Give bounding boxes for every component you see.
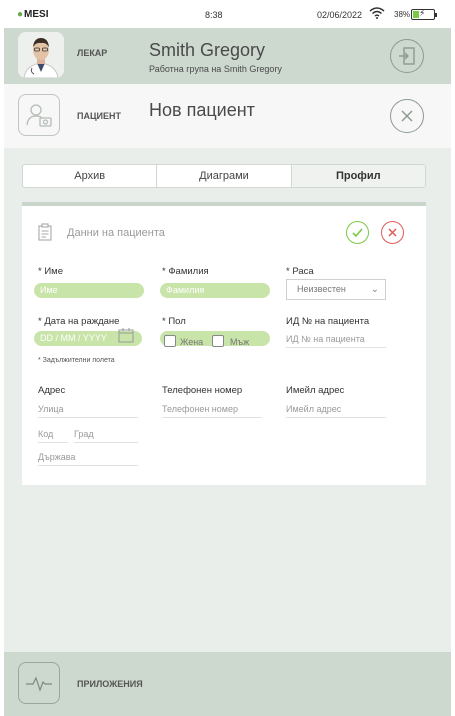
confirm-button[interactable]: [346, 221, 369, 244]
close-icon: [388, 228, 397, 237]
close-icon: [401, 110, 413, 122]
patient-photo-button[interactable]: [18, 94, 60, 136]
doctor-header: ЛЕКАР Smith Gregory Работна група на Smi…: [4, 28, 451, 84]
patient-id-label: ИД № на пациента: [286, 316, 370, 327]
check-icon: [352, 228, 363, 238]
tab-archive[interactable]: Архив: [23, 165, 158, 187]
last-name-input[interactable]: Фамилия: [160, 283, 270, 298]
status-bar: ●MESI 8:38 02/06/2022 38% ⚡: [4, 0, 451, 28]
patient-label: ПАЦИЕНТ: [77, 111, 122, 121]
doctor-group: Работна група на Smith Gregory: [149, 64, 282, 74]
patient-data-card: Данни на пациента * Име Име * Фамилия Фа…: [22, 202, 426, 485]
patient-header: ПАЦИЕНТ Нов пациент: [4, 84, 451, 148]
last-name-label: * Фамилия: [162, 266, 209, 277]
birth-date-label: * Дата на раждане: [38, 316, 120, 327]
cancel-button[interactable]: [381, 221, 404, 244]
phone-input[interactable]: Телефонен номер: [162, 404, 262, 418]
clipboard-icon: [38, 223, 52, 246]
street-input[interactable]: Улица: [38, 404, 138, 418]
apps-label: ПРИЛОЖЕНИЯ: [77, 679, 143, 689]
clock: 8:38: [205, 10, 223, 20]
logout-button[interactable]: [390, 39, 424, 73]
date: 02/06/2022: [317, 10, 363, 20]
required-fields-note: * Задължителни полета: [38, 357, 115, 364]
doctor-role-label: ЛЕКАР: [77, 48, 108, 58]
tab-bar: Архив Диаграми Профил: [22, 164, 426, 188]
gender-female-label: Жена: [180, 337, 204, 347]
tab-charts[interactable]: Диаграми: [157, 165, 292, 187]
logout-icon: [399, 47, 415, 65]
app-frame: ●MESI 8:38 02/06/2022 38% ⚡ ЛЕКАР Smith …: [4, 0, 451, 716]
page-title: Нов пациент: [149, 100, 255, 120]
city-input[interactable]: Град: [74, 429, 138, 443]
apps-footer: ПРИЛОЖЕНИЯ: [4, 652, 451, 716]
pulse-icon: [26, 676, 52, 692]
battery-icon: ⚡: [411, 8, 437, 20]
postal-code-input[interactable]: Код: [38, 429, 68, 443]
race-value: Неизвестен: [297, 284, 346, 294]
gender-female-checkbox[interactable]: [164, 335, 176, 347]
race-select[interactable]: Неизвестен ⌄: [286, 279, 386, 300]
mesi-logo: ●MESI: [17, 9, 49, 20]
close-button[interactable]: [390, 99, 424, 133]
doctor-avatar: [18, 32, 64, 78]
wifi-icon: [369, 7, 385, 22]
email-input[interactable]: Имейл адрес: [286, 404, 386, 418]
apps-button[interactable]: [18, 662, 60, 704]
email-label: Имейл адрес: [286, 385, 345, 396]
gender-label: * Пол: [162, 316, 186, 327]
phone-label: Телефонен номер: [162, 385, 243, 396]
calendar-icon[interactable]: [118, 327, 134, 348]
doctor-name: Smith Gregory: [149, 40, 266, 60]
battery-percent: 38%: [394, 10, 411, 19]
chevron-down-icon: ⌄: [370, 284, 379, 295]
first-name-label: * Име: [38, 266, 63, 277]
card-title: Данни на пациента: [67, 227, 165, 239]
gender-male-label: Мъж: [230, 337, 250, 347]
race-label: * Раса: [286, 266, 314, 277]
gender-male-checkbox[interactable]: [212, 335, 224, 347]
country-input[interactable]: Държава: [38, 452, 138, 466]
tab-profile[interactable]: Профил: [291, 165, 425, 187]
patient-camera-icon: [26, 104, 52, 127]
first-name-input[interactable]: Име: [34, 283, 144, 298]
patient-id-input[interactable]: ИД № на пациента: [286, 334, 386, 348]
address-label: Адрес: [38, 385, 66, 396]
